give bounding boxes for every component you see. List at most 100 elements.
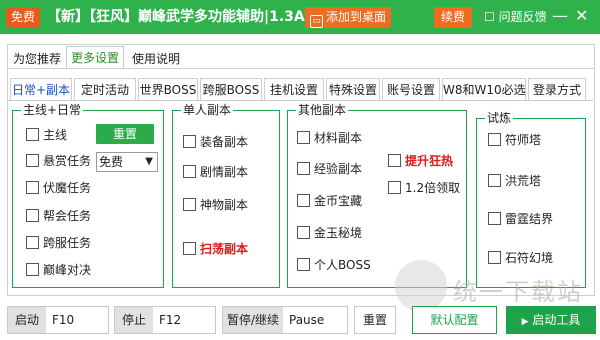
checkbox[interactable] <box>488 251 501 264</box>
other-item-material[interactable]: 材料副本 <box>297 130 362 146</box>
other-item-exp[interactable]: 经验副本 <box>297 161 362 177</box>
tab-instructions[interactable]: 使用说明 <box>128 48 184 70</box>
daily-item-label: 悬赏任务 <box>43 154 92 168</box>
other-item-label: 材料副本 <box>314 131 363 145</box>
tab-w8-w10[interactable]: W8和W10必选 <box>442 78 526 101</box>
single-item-label: 装备副本 <box>200 135 249 149</box>
checkbox[interactable] <box>297 131 310 144</box>
checkbox[interactable] <box>26 236 39 249</box>
add-to-desktop-button[interactable]: ▭ 添加到桌面 <box>305 7 392 28</box>
checkbox[interactable] <box>488 212 501 225</box>
other-item-jade[interactable]: 金玉秘境 <box>297 225 362 241</box>
checkbox[interactable] <box>183 242 196 255</box>
feedback-button[interactable]: ☐ 问题反馈 <box>484 8 547 26</box>
chevron-down-icon: ▼ <box>145 156 153 167</box>
daily-item-cross-server[interactable]: 跨服任务 <box>26 235 91 251</box>
tab-timed-events[interactable]: 定时活动 <box>74 78 136 101</box>
checkbox[interactable] <box>26 181 39 194</box>
checkbox[interactable] <box>297 194 310 207</box>
close-icon[interactable]: ✕ <box>575 6 588 26</box>
single-item-artifact[interactable]: 神物副本 <box>183 197 248 213</box>
checkbox[interactable] <box>26 154 39 167</box>
trial-item-illusion[interactable]: 石符幻境 <box>488 250 553 266</box>
trial-item-label: 符师塔 <box>505 133 542 147</box>
tab-special-settings[interactable]: 特殊设置 <box>326 78 380 101</box>
single-item-story[interactable]: 剧情副本 <box>183 164 248 180</box>
minimize-icon[interactable]: — <box>552 6 568 26</box>
checkbox[interactable] <box>488 174 501 187</box>
watermark-logo <box>395 260 447 312</box>
mode-select-value: 免费 <box>99 155 124 169</box>
desktop-icon: ▭ <box>310 15 323 28</box>
free-badge: 免费 <box>6 8 41 27</box>
pause-label: 暂停/继续 <box>223 307 283 333</box>
boost-fervor-option[interactable]: 提升狂热 <box>388 153 453 169</box>
mode-select[interactable]: 免费 ▼ <box>96 152 158 172</box>
daily-item-demon[interactable]: 伏魔任务 <box>26 180 91 196</box>
other-item-label: 金玉秘境 <box>314 226 363 240</box>
launch-tool-button[interactable]: ▶ 启动工具 <box>506 306 596 334</box>
tab-account-settings[interactable]: 账号设置 <box>382 78 440 101</box>
play-icon: ▶ <box>521 317 529 327</box>
start-label: 启动 <box>8 307 46 333</box>
daily-item-label: 跨服任务 <box>43 236 92 250</box>
checkbox[interactable] <box>183 198 196 211</box>
double-claim-option[interactable]: 1.2倍领取 <box>388 180 460 196</box>
daily-item-label: 主线 <box>43 128 68 142</box>
trial-item-talisman[interactable]: 符师塔 <box>488 132 541 148</box>
checkbox[interactable] <box>183 165 196 178</box>
add-to-desktop-label: 添加到桌面 <box>326 10 387 24</box>
checkbox[interactable] <box>388 154 401 167</box>
daily-item-label: 伏魔任务 <box>43 181 92 195</box>
sweep-dungeon-option[interactable]: 扫荡副本 <box>183 241 248 257</box>
checkbox[interactable] <box>297 226 310 239</box>
daily-reset-button[interactable]: 重置 <box>96 124 154 144</box>
daily-item-main[interactable]: 主线 <box>26 127 67 143</box>
checkbox[interactable] <box>26 263 39 276</box>
daily-item-peak-duel[interactable]: 巅峰对决 <box>26 262 91 278</box>
single-item-equipment[interactable]: 装备副本 <box>183 134 248 150</box>
trial-item-honghuang[interactable]: 洪荒塔 <box>488 173 541 189</box>
daily-item-bounty[interactable]: 悬赏任务 <box>26 153 91 169</box>
tab-recommend[interactable]: 为您推荐 <box>9 48 65 70</box>
tab-daily-dungeon[interactable]: 日常+副本 <box>10 78 72 101</box>
daily-item-label: 帮会任务 <box>43 209 92 223</box>
checkbox[interactable] <box>488 133 501 146</box>
other-item-personal-boss[interactable]: 个人BOSS <box>297 257 371 273</box>
checkbox[interactable] <box>26 128 39 141</box>
tab-more-settings[interactable]: 更多设置 <box>66 46 125 68</box>
daily-item-guild[interactable]: 帮会任务 <box>26 208 91 224</box>
trial-item-thunder[interactable]: 雷霆结界 <box>488 211 553 227</box>
start-key-value: F10 <box>52 313 75 327</box>
start-hotkey-field[interactable]: 启动 F10 <box>7 306 109 334</box>
single-item-label: 神物副本 <box>200 198 249 212</box>
tab-cross-server-boss[interactable]: 跨服BOSS <box>200 78 262 101</box>
checkbox[interactable] <box>297 258 310 271</box>
stop-key-value: F12 <box>159 313 182 327</box>
checkbox[interactable] <box>26 209 39 222</box>
stop-hotkey-field[interactable]: 停止 F12 <box>114 306 216 334</box>
watermark-text: 统一下载站 <box>453 278 583 306</box>
reset-button[interactable]: 重置 <box>354 306 396 334</box>
launch-label: 启动工具 <box>532 313 581 327</box>
other-item-gold[interactable]: 金币宝藏 <box>297 193 362 209</box>
checkbox[interactable] <box>183 135 196 148</box>
renew-button[interactable]: 续费 <box>434 7 473 28</box>
other-item-label: 金币宝藏 <box>314 194 363 208</box>
tab-afk-settings[interactable]: 挂机设置 <box>264 78 324 101</box>
default-config-button[interactable]: 默认配置 <box>412 306 497 334</box>
checkbox[interactable] <box>388 181 401 194</box>
double-label: 1.2倍领取 <box>405 181 461 195</box>
checkbox[interactable] <box>297 162 310 175</box>
feedback-label: 问题反馈 <box>498 10 547 24</box>
trial-item-label: 洪荒塔 <box>505 174 542 188</box>
single-group-title: 单人副本 <box>181 103 234 117</box>
tab-world-boss[interactable]: 世界BOSS <box>138 78 198 101</box>
other-item-label: 经验副本 <box>314 162 363 176</box>
trial-item-label: 石符幻境 <box>505 251 554 265</box>
trial-item-label: 雷霆结界 <box>505 212 554 226</box>
title-bar: 免费 【新】【狂风】巅峰武学多功能辅助|1.3A ▭ 添加到桌面 续费 ☐ 问题反… <box>0 0 600 34</box>
pause-hotkey-field[interactable]: 暂停/继续 Pause <box>222 306 348 334</box>
tab-login-method[interactable]: 登录方式 <box>528 78 586 101</box>
subtab-divider <box>8 100 593 101</box>
